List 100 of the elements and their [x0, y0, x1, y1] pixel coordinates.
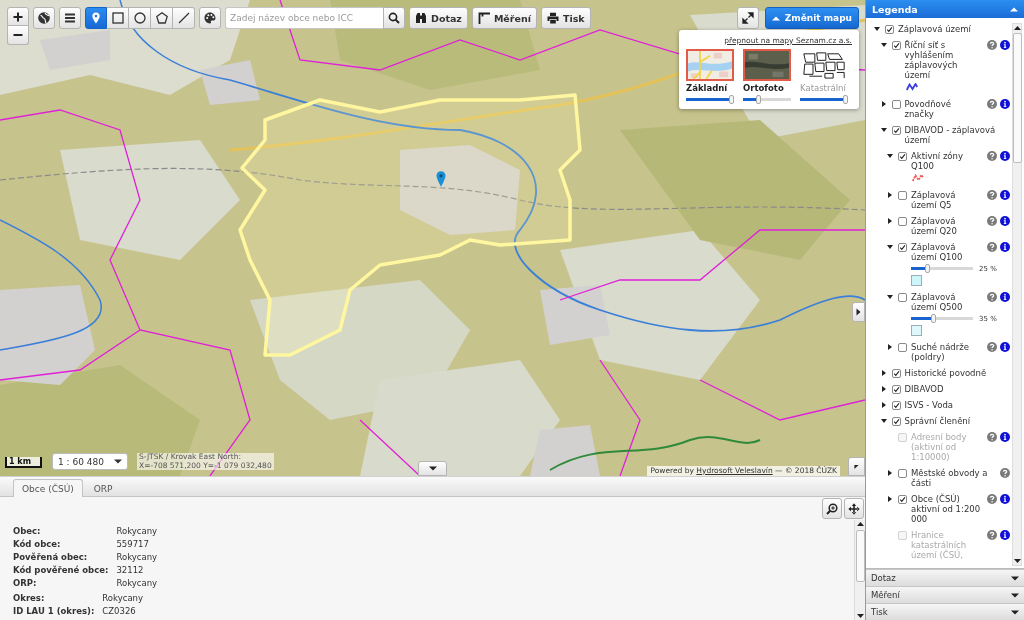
caret-right-icon[interactable]	[887, 470, 893, 476]
caret-down-icon[interactable]	[887, 153, 893, 159]
fullscreen-button[interactable]	[736, 7, 759, 29]
style-button[interactable]	[199, 7, 221, 29]
info-icon[interactable]	[1000, 242, 1010, 252]
accordion-header[interactable]: Měření	[866, 586, 1024, 603]
search-field[interactable]: Zadej název obce nebo ICC	[225, 7, 383, 29]
scroll-down-icon[interactable]	[856, 614, 864, 618]
info-icon[interactable]	[1000, 99, 1010, 109]
caret-down-icon[interactable]	[887, 294, 893, 300]
zoom-in-button[interactable]	[7, 7, 29, 26]
scroll-down-icon[interactable]	[1013, 559, 1021, 563]
layer-checkbox[interactable]	[891, 125, 901, 135]
info-icon[interactable]	[1000, 216, 1010, 226]
help-icon[interactable]	[1000, 468, 1010, 478]
layer-checkbox[interactable]	[891, 40, 901, 50]
caret-right-icon[interactable]	[880, 402, 887, 408]
layer-checkbox[interactable]	[891, 400, 901, 410]
help-icon[interactable]	[987, 292, 997, 302]
info-icon[interactable]	[1000, 190, 1010, 200]
polygon-tool-button[interactable]	[151, 7, 173, 29]
point-tool-button[interactable]	[85, 7, 107, 29]
scroll-up-icon[interactable]	[1013, 26, 1021, 30]
info-tab[interactable]: Obce (ČSÚ)	[13, 479, 83, 497]
globe-button[interactable]	[33, 7, 55, 29]
help-icon[interactable]	[987, 40, 997, 50]
layer-checkbox[interactable]	[885, 24, 894, 34]
info-icon[interactable]	[1000, 151, 1010, 161]
caret-down-icon[interactable]	[880, 127, 887, 133]
scrollbar-thumb[interactable]	[1012, 33, 1022, 163]
info-icon[interactable]	[1000, 292, 1010, 302]
scrollbar[interactable]	[854, 520, 865, 620]
panel-toggle-button[interactable]	[418, 461, 447, 476]
caret-right-icon[interactable]	[887, 496, 893, 502]
scale-select[interactable]: 1 : 60 480	[52, 453, 128, 470]
info-tab[interactable]: ORP	[84, 479, 122, 497]
caret-right-icon[interactable]	[887, 192, 893, 198]
slider-thumb[interactable]	[729, 95, 734, 104]
change-map-button[interactable]: Změnit mapu	[764, 7, 859, 29]
info-icon[interactable]	[1000, 494, 1010, 504]
attribute-label: Okres:	[13, 592, 46, 605]
sidebar-toggle-button[interactable]	[852, 302, 865, 322]
layer-checkbox[interactable]	[891, 416, 901, 426]
caret-right-icon[interactable]	[880, 370, 887, 376]
layer-list-button[interactable]	[59, 7, 81, 29]
help-icon[interactable]	[987, 216, 997, 226]
caret-right-icon[interactable]	[880, 386, 887, 392]
slider-thumb[interactable]	[755, 95, 761, 104]
caret-down-icon[interactable]	[880, 42, 887, 48]
layer-checkbox[interactable]	[898, 242, 907, 252]
caret-right-icon[interactable]	[887, 218, 893, 224]
help-icon[interactable]	[987, 190, 997, 200]
rectangle-tool-button[interactable]	[107, 7, 129, 29]
accordion-header[interactable]: Tisk	[866, 603, 1024, 620]
help-icon[interactable]	[987, 242, 997, 252]
measure-button[interactable]: Měření	[471, 7, 537, 29]
layer-checkbox[interactable]	[898, 342, 907, 352]
info-icon[interactable]	[1000, 342, 1010, 352]
help-icon[interactable]	[987, 99, 997, 109]
caret-down-icon[interactable]	[887, 244, 893, 250]
opacity-slider[interactable]	[686, 95, 734, 104]
layer-checkbox[interactable]	[898, 151, 907, 161]
help-icon[interactable]	[987, 342, 997, 352]
slider-thumb[interactable]	[930, 314, 936, 323]
slider-thumb[interactable]	[843, 95, 848, 104]
layer-checkbox[interactable]	[898, 494, 907, 504]
info-icon[interactable]	[1000, 40, 1010, 50]
caret-down-icon[interactable]	[874, 26, 880, 32]
scroll-up-icon[interactable]	[856, 522, 864, 526]
corner-button[interactable]	[848, 457, 865, 476]
circle-tool-button[interactable]	[129, 7, 151, 29]
layer-checkbox[interactable]	[891, 99, 901, 109]
street-map-thumbnail[interactable]	[686, 49, 734, 81]
layer-checkbox[interactable]	[898, 292, 907, 302]
line-tool-button[interactable]	[173, 7, 195, 29]
layer-checkbox[interactable]	[898, 468, 907, 478]
print-button[interactable]: Tisk	[540, 7, 591, 29]
caret-down-icon	[1011, 575, 1019, 581]
zoom-out-button[interactable]	[7, 26, 29, 45]
scrollbar[interactable]	[1012, 23, 1022, 566]
search-button[interactable]	[383, 7, 405, 29]
help-icon[interactable]	[987, 151, 997, 161]
aerial-photo-thumbnail[interactable]	[743, 49, 791, 81]
help-icon[interactable]	[987, 494, 997, 504]
cadastral-map-thumbnail[interactable]	[800, 49, 848, 81]
query-button[interactable]: Dotaz	[409, 7, 468, 29]
layer-checkbox[interactable]	[891, 384, 901, 394]
caret-right-icon[interactable]	[880, 101, 887, 107]
accordion-header[interactable]: Dotaz	[866, 569, 1024, 586]
zoom-to-button[interactable]	[822, 498, 842, 519]
layer-checkbox[interactable]	[898, 216, 907, 226]
legend-header[interactable]: Legenda	[866, 0, 1024, 18]
opacity-slider[interactable]	[800, 95, 848, 104]
layer-checkbox[interactable]	[891, 368, 901, 378]
caret-down-icon[interactable]	[880, 418, 887, 424]
scrollbar-thumb[interactable]	[855, 530, 865, 582]
pan-button[interactable]	[844, 498, 864, 519]
slider-thumb[interactable]	[925, 264, 931, 273]
layer-checkbox[interactable]	[898, 190, 907, 200]
caret-right-icon[interactable]	[887, 344, 893, 350]
